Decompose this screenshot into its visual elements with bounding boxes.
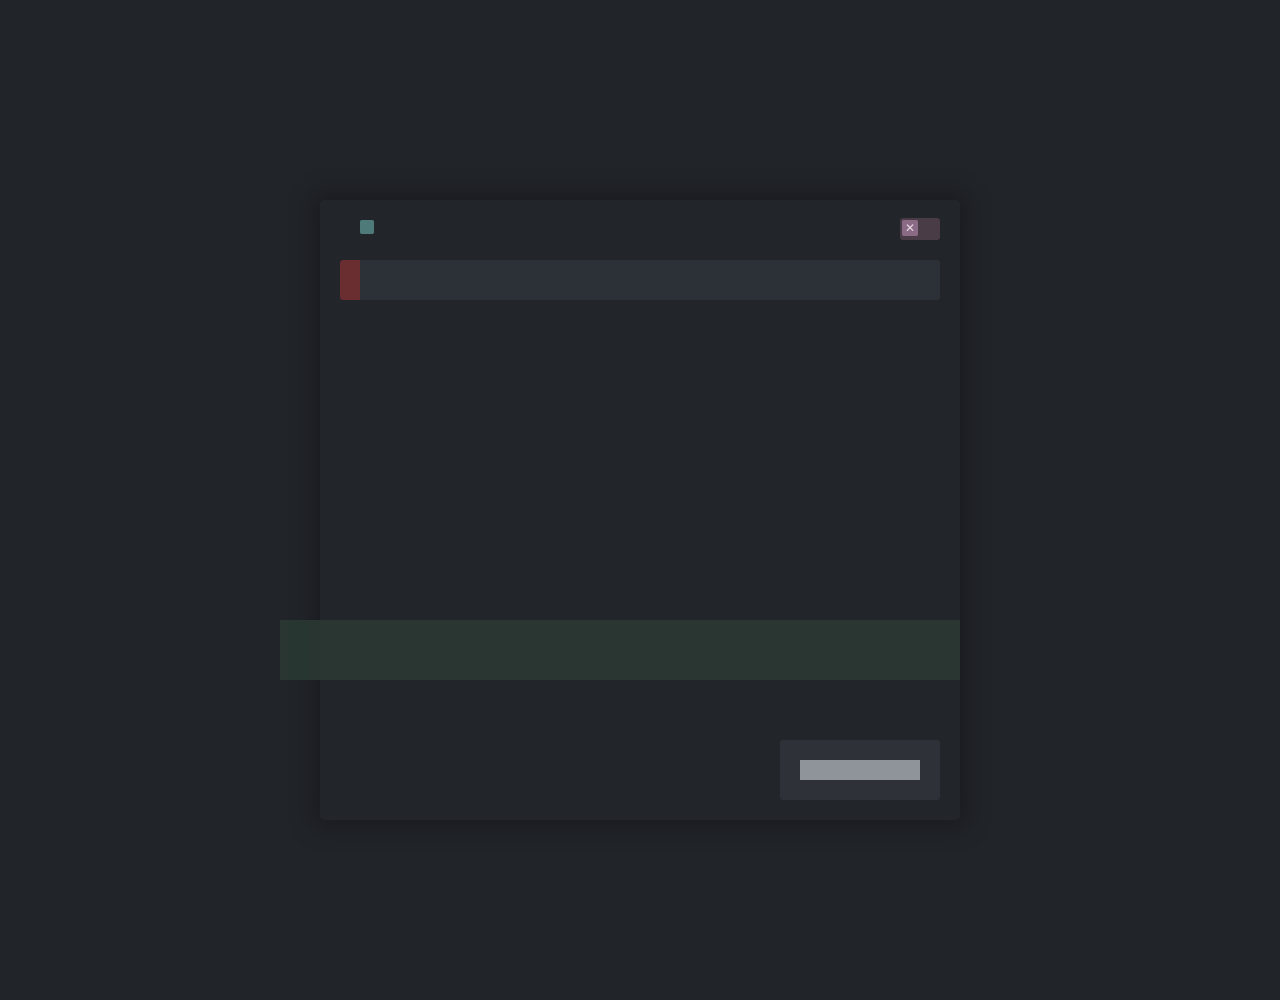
app-icon <box>360 220 374 234</box>
ok-button[interactable] <box>780 740 940 800</box>
error-indicator <box>340 260 360 300</box>
highlighted-line <box>280 620 960 680</box>
close-icon: ✕ <box>902 220 918 236</box>
message-field[interactable] <box>340 260 940 300</box>
dialog-footer <box>320 740 960 820</box>
close-button[interactable]: ✕ <box>900 218 940 240</box>
dialog-header: ✕ <box>340 218 940 246</box>
ok-button-label <box>800 760 920 780</box>
dialog: ✕ <box>280 200 960 820</box>
